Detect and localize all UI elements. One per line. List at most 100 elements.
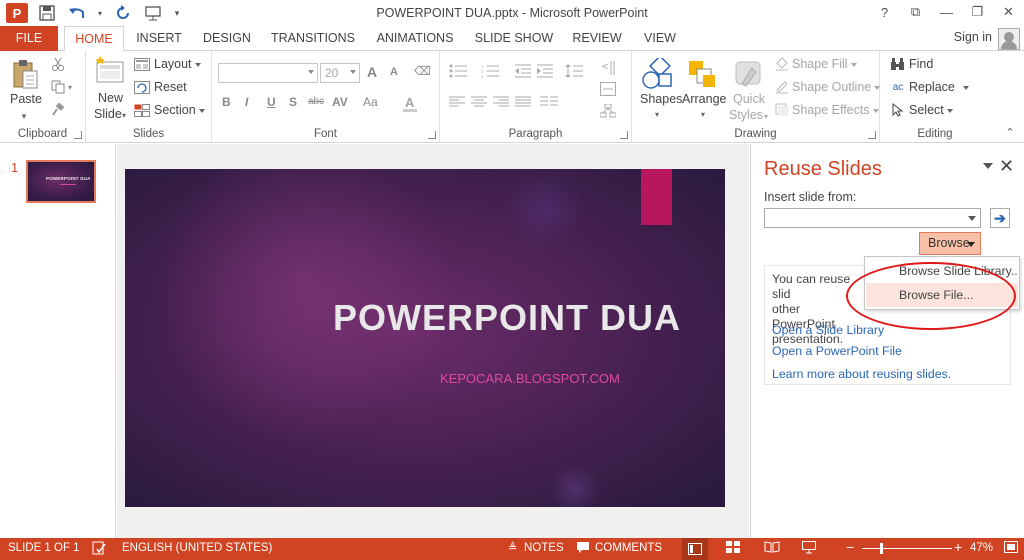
layout-button[interactable]: Layout [154, 57, 201, 71]
redo-icon[interactable] [112, 2, 134, 24]
strikethrough-button[interactable]: abc [308, 96, 324, 107]
collapse-ribbon-icon[interactable]: ⌃ [1004, 127, 1016, 139]
quick-styles-icon[interactable] [730, 57, 766, 91]
slide-show-icon[interactable] [802, 541, 816, 557]
quick-styles-button[interactable]: Quick [733, 92, 765, 106]
open-slide-library-link[interactable]: Open a Slide Library [772, 323, 884, 337]
drawing-launcher-icon[interactable] [868, 131, 876, 139]
italic-button[interactable]: I [245, 95, 248, 109]
paragraph-launcher-icon[interactable] [620, 131, 628, 139]
start-from-beginning-icon[interactable] [142, 2, 164, 24]
underline-button[interactable]: U [267, 95, 276, 109]
new-slide-button[interactable]: New [98, 91, 123, 105]
clear-formatting-icon[interactable]: ⌫ [414, 64, 431, 78]
undo-icon[interactable] [66, 2, 88, 24]
tab-view[interactable]: VIEW [638, 26, 682, 51]
shape-outline-button[interactable]: Shape Outline [792, 80, 881, 94]
format-painter-icon[interactable] [50, 102, 66, 118]
shape-effects-button[interactable]: Shape Effects [792, 103, 879, 117]
slide-subtitle[interactable]: KEPOCARA.BLOGSPOT.COM [440, 371, 620, 386]
reset-icon[interactable] [134, 80, 150, 94]
slide-canvas[interactable]: POWERPOINT DUA KEPOCARA.BLOGSPOT.COM [125, 169, 725, 507]
chevron-down-icon[interactable] [968, 216, 976, 221]
fit-slide-icon[interactable] [1004, 541, 1018, 556]
zoom-slider[interactable] [862, 548, 952, 549]
character-spacing-button[interactable]: AV [332, 95, 348, 109]
replace-icon[interactable]: ac [890, 80, 906, 94]
convert-to-smartart-icon[interactable] [598, 103, 618, 119]
close-icon[interactable]: ✕ [993, 0, 1024, 24]
quick-styles-dropdown-icon[interactable]: ▾ [762, 111, 770, 121]
notes-icon[interactable]: ≜ [508, 541, 517, 554]
section-button[interactable]: Section [154, 103, 205, 117]
new-slide-icon[interactable] [94, 55, 126, 85]
cut-icon[interactable] [50, 56, 66, 72]
shape-outline-icon[interactable] [774, 80, 790, 94]
new-slide-label-2[interactable]: Slide [94, 107, 122, 121]
copy-dropdown-icon[interactable]: ▾ [66, 79, 74, 95]
numbering-icon[interactable]: 123 [480, 63, 502, 79]
find-icon[interactable] [890, 57, 906, 71]
font-launcher-icon[interactable] [428, 131, 436, 139]
go-arrow-icon[interactable]: ➔ [990, 208, 1010, 228]
browse-button[interactable]: Browse [919, 232, 981, 255]
columns-icon[interactable] [538, 95, 560, 109]
ribbon-display-options-icon[interactable]: ⧉ [900, 0, 931, 24]
learn-more-link[interactable]: Learn more about reusing slides. [772, 367, 951, 381]
undo-dropdown-icon[interactable]: ▾ [96, 2, 104, 24]
text-shadow-button[interactable]: S [289, 95, 297, 109]
new-slide-dropdown-icon[interactable]: ▾ [120, 109, 128, 121]
paste-icon[interactable] [10, 57, 40, 91]
minimize-icon[interactable]: — [931, 0, 962, 24]
arrange-dropdown-icon[interactable]: ▾ [698, 109, 708, 119]
replace-button[interactable]: Replace [909, 80, 969, 94]
select-icon[interactable] [890, 103, 906, 117]
change-case-button[interactable]: Aa [363, 95, 378, 109]
open-powerpoint-file-link[interactable]: Open a PowerPoint File [772, 344, 902, 358]
increase-indent-icon[interactable] [536, 63, 554, 79]
zoom-level[interactable]: 47% [970, 542, 993, 554]
font-name-combo[interactable] [218, 63, 318, 83]
select-button[interactable]: Select [909, 103, 953, 117]
slide-sorter-icon[interactable] [726, 541, 740, 556]
powerpoint-logo-icon[interactable]: P [6, 3, 28, 23]
shape-fill-icon[interactable] [774, 57, 790, 71]
font-color-icon[interactable]: A [402, 95, 424, 112]
paste-button[interactable]: Paste [10, 92, 42, 106]
zoom-slider-thumb[interactable] [879, 543, 883, 554]
clipboard-launcher-icon[interactable] [74, 131, 82, 139]
align-text-icon[interactable] [598, 81, 618, 97]
comments-button[interactable]: COMMENTS [595, 542, 662, 554]
paste-dropdown-icon[interactable]: ▾ [18, 111, 30, 121]
browse-slide-library-item[interactable]: Browse Slide Library... [866, 259, 1018, 283]
font-size-combo[interactable]: 20 [320, 63, 360, 83]
quick-styles-label-2[interactable]: Styles [729, 108, 763, 122]
help-icon[interactable]: ? [869, 0, 900, 24]
spell-check-icon[interactable] [92, 541, 106, 558]
bullets-icon[interactable] [448, 63, 470, 79]
normal-view-icon[interactable] [682, 538, 708, 560]
arrange-button[interactable]: Arrange [682, 92, 726, 106]
slide-title[interactable]: POWERPOINT DUA [333, 297, 681, 339]
user-avatar-icon[interactable] [998, 28, 1020, 50]
line-spacing-icon[interactable] [564, 63, 584, 79]
tab-slide-show[interactable]: SLIDE SHOW [472, 26, 556, 51]
zoom-out-icon[interactable]: − [846, 539, 854, 555]
save-icon[interactable] [36, 2, 58, 24]
tab-design[interactable]: DESIGN [198, 26, 256, 51]
shapes-button[interactable]: Shapes [640, 92, 682, 106]
slide-thumbnail[interactable]: POWERPOINT DUA [26, 160, 96, 203]
grow-font-icon[interactable]: A [367, 64, 377, 80]
shapes-dropdown-icon[interactable]: ▾ [652, 109, 662, 119]
shrink-font-icon[interactable]: A [390, 66, 398, 78]
align-center-icon[interactable] [470, 95, 488, 109]
decrease-indent-icon[interactable] [514, 63, 532, 79]
text-direction-icon[interactable]: A [598, 59, 618, 77]
customize-qat-icon[interactable]: ▾ [172, 2, 182, 24]
tab-animations[interactable]: ANIMATIONS [370, 26, 460, 51]
tab-review[interactable]: REVIEW [568, 26, 626, 51]
tab-insert[interactable]: INSERT [132, 26, 186, 51]
copy-icon[interactable] [50, 79, 66, 95]
tab-transitions[interactable]: TRANSITIONS [268, 26, 358, 51]
justify-icon[interactable] [514, 95, 532, 109]
